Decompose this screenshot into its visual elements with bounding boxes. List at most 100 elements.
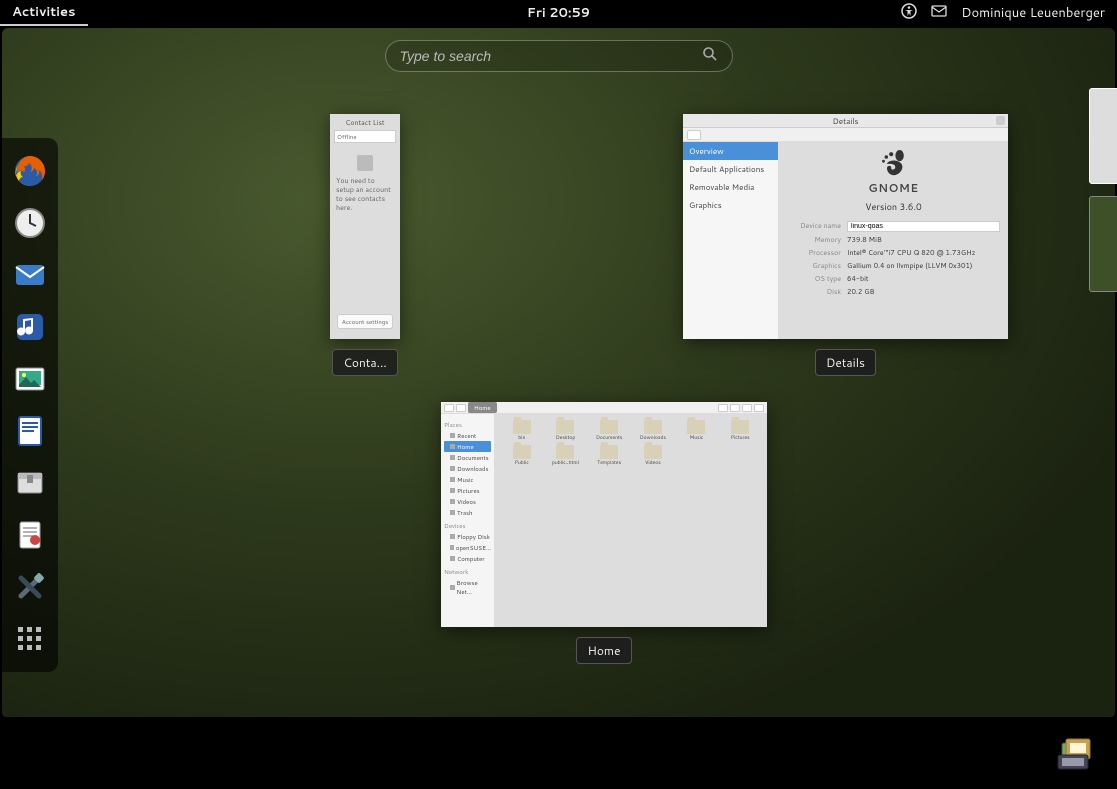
sidebar-item: openSUSE…: [444, 542, 491, 553]
window-label: Home: [576, 637, 631, 664]
view-icon: [718, 404, 728, 412]
sidebar-item: Pictures: [444, 485, 491, 496]
window-files[interactable]: Home Places Recent Home Documents Downlo…: [441, 402, 767, 664]
row-label: Device name: [787, 221, 847, 232]
folder-item: bin: [501, 420, 543, 441]
gnome-logo-icon: [880, 150, 908, 178]
window-details[interactable]: Details Overview Default Applications Re…: [683, 114, 1008, 376]
sidebar-item: Documents: [444, 452, 491, 463]
breadcrumb-home: Home: [468, 402, 497, 413]
clock[interactable]: Fri 20:59: [527, 4, 590, 22]
removable-devices-icon[interactable]: [1055, 734, 1097, 772]
workspace-thumb-2[interactable]: [1089, 196, 1117, 292]
sidebar-item: Floppy Disk: [444, 531, 491, 542]
accessibility-icon[interactable]: [901, 3, 917, 24]
files-grid: bin Desktop Documents Downloads Music Pi…: [495, 414, 767, 627]
folder-icon: [513, 445, 531, 459]
folder-item: Music: [676, 420, 718, 441]
folder-icon: [556, 420, 574, 434]
folder-item: Public: [501, 445, 543, 466]
row-label: OS type: [787, 274, 847, 284]
window-label: Details: [815, 349, 876, 376]
sidebar-item-removable: Removable Media: [683, 178, 778, 196]
sidebar-item: Trash: [444, 507, 491, 518]
dash-app-document-viewer[interactable]: [11, 516, 49, 554]
folder-item: Downloads: [632, 420, 674, 441]
gnome-version: Version 3.6.0: [865, 200, 921, 213]
account-settings-button: Account settings: [337, 314, 393, 329]
message-tray: [0, 717, 1117, 789]
dash-app-settings[interactable]: [11, 568, 49, 606]
sidebar-item-overview: Overview: [683, 142, 778, 160]
row-value: 739.8 MiB: [847, 235, 1000, 245]
person-icon: [357, 155, 373, 171]
dash-app-libreoffice-writer[interactable]: [11, 412, 49, 450]
search-bar[interactable]: [385, 40, 733, 72]
folder-icon: [644, 420, 662, 434]
folder-item: Videos: [632, 445, 674, 466]
sidebar-header: Network: [444, 567, 491, 576]
window-picker: Contact List Offline You need to setup a…: [82, 114, 1055, 688]
down-icon: [742, 404, 752, 412]
close-icon: [996, 116, 1005, 125]
activities-overview: Contact List Offline You need to setup a…: [2, 28, 1115, 718]
gnome-name: GNOME: [868, 180, 918, 196]
files-sidebar: Places Recent Home Documents Downloads M…: [441, 414, 495, 627]
folder-icon: [513, 420, 531, 434]
sidebar-item-default-apps: Default Applications: [683, 160, 778, 178]
view-icon: [730, 404, 740, 412]
folder-item: public_html: [545, 445, 587, 466]
workspace-switcher: [1089, 88, 1117, 292]
contacts-message: You need to setup an account to see cont…: [334, 177, 396, 213]
dash-app-firefox[interactable]: [11, 152, 49, 190]
row-value: Gallium 0.4 on llvmpipe (LLVM 0x301): [847, 261, 1000, 271]
dash-app-file-roller[interactable]: [11, 464, 49, 502]
workspace-thumb-1[interactable]: [1089, 88, 1117, 184]
dash-app-shotwell[interactable]: [11, 360, 49, 398]
contacts-title: Contact List: [345, 118, 384, 128]
back-icon: [687, 130, 701, 140]
back-icon: [444, 404, 454, 412]
folder-icon: [644, 445, 662, 459]
sidebar-item: Videos: [444, 496, 491, 507]
dash-show-apps[interactable]: [11, 620, 49, 658]
sidebar-item: Home: [444, 441, 491, 452]
row-label: Graphics: [787, 261, 847, 271]
row-label: Processor: [787, 248, 847, 258]
row-value: 64-bit: [847, 274, 1000, 284]
dash-app-clock[interactable]: [11, 204, 49, 242]
dash: [2, 138, 58, 672]
folder-item: Documents: [588, 420, 630, 441]
activities-button[interactable]: Activities: [0, 0, 88, 26]
folder-item: Templates: [588, 445, 630, 466]
folder-icon: [600, 445, 618, 459]
folder-item: Desktop: [545, 420, 587, 441]
folder-icon: [687, 420, 705, 434]
dash-app-evolution[interactable]: [11, 256, 49, 294]
details-sidebar: Overview Default Applications Removable …: [683, 142, 779, 339]
sidebar-item: Downloads: [444, 463, 491, 474]
window-contacts[interactable]: Contact List Offline You need to setup a…: [330, 114, 400, 376]
row-value: 20.2 GB: [847, 287, 1000, 297]
sidebar-header: Devices: [444, 521, 491, 530]
user-menu[interactable]: Dominique Leuenberger: [961, 4, 1105, 22]
row-value: Intel® Core™i7 CPU Q 820 @ 1.73GHz: [847, 248, 1000, 258]
folder-item: Pictures: [719, 420, 761, 441]
sidebar-item: Computer: [444, 553, 491, 564]
search-input[interactable]: [400, 48, 694, 64]
contacts-status: Offline: [334, 130, 396, 143]
row-label: Memory: [787, 235, 847, 245]
folder-icon: [731, 420, 749, 434]
search-icon: [754, 404, 764, 412]
window-label: Conta...: [332, 349, 397, 376]
device-name-input: [847, 221, 1000, 232]
sidebar-header: Places: [444, 420, 491, 429]
folder-icon: [556, 445, 574, 459]
folder-icon: [600, 420, 618, 434]
mail-icon[interactable]: [931, 4, 947, 23]
details-title: Details: [833, 115, 859, 127]
sidebar-item: Recent: [444, 430, 491, 441]
row-label: Disk: [787, 287, 847, 297]
sidebar-item: Browse Net...: [444, 577, 491, 597]
dash-app-banshee[interactable]: [11, 308, 49, 346]
